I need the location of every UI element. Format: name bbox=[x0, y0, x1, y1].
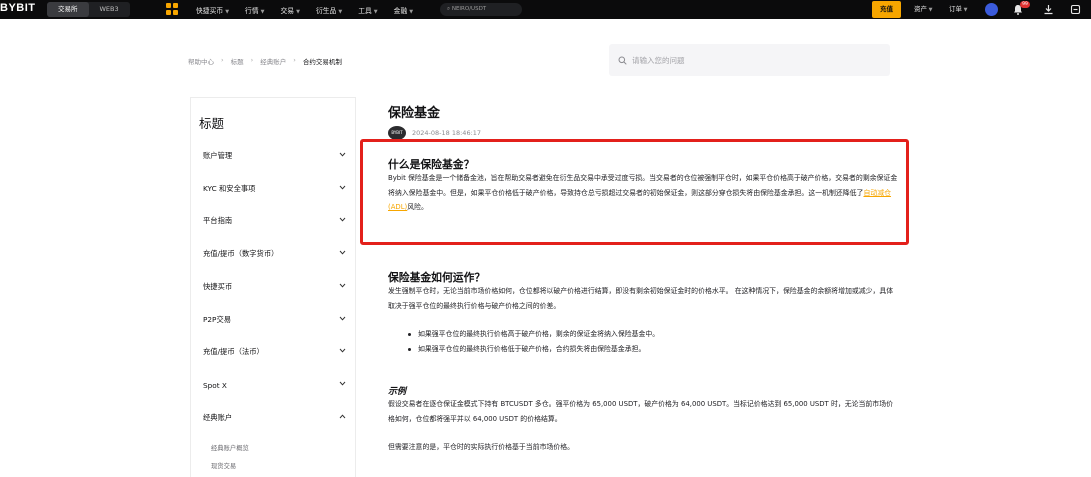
chevron-down-icon bbox=[339, 217, 346, 222]
apps-grid-icon[interactable] bbox=[166, 3, 178, 15]
search-icon bbox=[618, 56, 627, 65]
chevron-down-icon bbox=[339, 250, 346, 255]
author-avatar: BYBIT bbox=[388, 126, 406, 140]
sidebar-item-crypto-deposit[interactable]: 充值/提币（数字货币） bbox=[191, 244, 355, 264]
sidebar-item-label: KYC 和安全事项 bbox=[203, 184, 256, 193]
sidebar-item-account[interactable]: 账户管理 bbox=[191, 146, 355, 166]
article-title: 保险基金 bbox=[388, 106, 441, 121]
menu-markets[interactable]: 行情 ▼ bbox=[245, 5, 264, 15]
section-paragraph-how-it-works: 发生强制平仓时，无论当前市场价格如何，仓位都将以破产价格进行结算，即没有剩余初始… bbox=[388, 287, 894, 310]
breadcrumb-classic-account[interactable]: 经典账户 bbox=[260, 56, 286, 66]
menu-trade[interactable]: 交易 ▼ bbox=[281, 5, 300, 15]
sidebar-subitem-spot-trading[interactable]: 现货交易 bbox=[211, 461, 236, 470]
breadcrumb-help-center[interactable]: 帮助中心 bbox=[188, 56, 214, 66]
bybit-logo[interactable]: BYBIT bbox=[0, 2, 36, 14]
sidebar-item-p2p[interactable]: P2P交易 bbox=[191, 310, 355, 330]
chevron-right-icon: › bbox=[250, 56, 254, 64]
sidebar-item-label: 充值/提币（数字货币） bbox=[203, 249, 279, 258]
sidebar-item-label: 快捷买币 bbox=[203, 282, 233, 291]
chevron-down-icon bbox=[339, 152, 346, 157]
chevron-down-icon: ▼ bbox=[260, 8, 265, 15]
sidebar-item-kyc[interactable]: KYC 和安全事项 bbox=[191, 179, 355, 199]
chevron-down-icon bbox=[339, 316, 346, 321]
user-avatar[interactable] bbox=[985, 3, 998, 16]
menu-finance[interactable]: 金融 ▼ bbox=[394, 5, 413, 15]
sidebar-item-label: Spot X bbox=[203, 380, 227, 390]
sidebar-item-label: 充值/提币（法币） bbox=[203, 347, 264, 356]
chevron-up-icon bbox=[339, 414, 346, 419]
tab-web3[interactable]: WEB3 bbox=[89, 2, 130, 17]
list-item: 如果强平仓位的最终执行价格低于破产价格，合约损失将由保险基金承担。 bbox=[408, 342, 888, 357]
chevron-down-icon bbox=[339, 283, 346, 288]
search-icon: ⌕ bbox=[447, 6, 451, 12]
menu-quick-buy[interactable]: 快捷买币 ▼ bbox=[196, 5, 229, 15]
article-meta: BYBIT 2024-08-18 18:46:17 bbox=[388, 126, 481, 140]
chevron-down-icon bbox=[339, 381, 346, 386]
chevron-down-icon bbox=[339, 185, 346, 190]
chevron-down-icon: ▼ bbox=[338, 8, 343, 15]
breadcrumb: 帮助中心 › 标题 › 经典账户 › 合约交易机制 bbox=[188, 56, 342, 66]
notification-badge: 99 bbox=[1020, 1, 1030, 8]
sidebar-item-spot-x[interactable]: Spot X bbox=[191, 375, 355, 395]
list-item: 如果强平仓位的最终执行价格高于破产价格，剩余的保证金将纳入保险基金中。 bbox=[408, 327, 888, 342]
help-search-input[interactable] bbox=[632, 55, 862, 65]
example-note: 但需要注意的是，平仓时的实际执行价格基于当前市场价格。 bbox=[388, 443, 575, 451]
help-search-box bbox=[609, 44, 890, 76]
sidebar-item-quick-buy[interactable]: 快捷买币 bbox=[191, 277, 355, 297]
publish-date: 2024-08-18 18:46:17 bbox=[412, 129, 482, 137]
menu-derivatives[interactable]: 衍生品 ▼ bbox=[316, 5, 342, 15]
sidebar: 标题 账户管理 KYC 和安全事项 平台指南 充值/提币（数字货币） 快捷买币 … bbox=[190, 97, 356, 477]
sidebar-item-label: 账户管理 bbox=[203, 151, 233, 160]
sidebar-item-classic-account[interactable]: 经典账户 bbox=[191, 408, 355, 428]
chevron-right-icon: › bbox=[293, 56, 296, 64]
chevron-right-icon: › bbox=[221, 56, 224, 64]
search-hint: NEIRO/USDT bbox=[451, 6, 487, 12]
exchange-web3-switch: 交易所 WEB3 bbox=[47, 2, 130, 17]
top-navbar: BYBIT 交易所 WEB3 快捷买币 ▼ 行情 ▼ 交易 ▼ 衍生品 ▼ 工具 ▼ 金融… bbox=[0, 0, 1091, 19]
section-heading-how-it-works: 保险基金如何运作？ bbox=[388, 271, 486, 284]
bullet-list: 如果强平仓位的最终执行价格高于破产价格，剩余的保证金将纳入保险基金中。 如果强平… bbox=[408, 327, 888, 357]
menu-tools[interactable]: 工具 ▼ bbox=[358, 5, 377, 15]
sidebar-subitem-classic-overview[interactable]: 经典账户概览 bbox=[211, 443, 249, 452]
chevron-down-icon: ▼ bbox=[225, 8, 230, 15]
language-icon[interactable] bbox=[1070, 4, 1081, 15]
chevron-down-icon bbox=[339, 348, 346, 353]
example-paragraph: 假设交易者在逐仓保证金模式下持有 BTCUSDT 多仓。强平价格为 65,000… bbox=[388, 400, 893, 423]
main-menu: 快捷买币 ▼ 行情 ▼ 交易 ▼ 衍生品 ▼ 工具 ▼ 金融 ▼ bbox=[196, 0, 429, 19]
sidebar-item-label: P2P交易 bbox=[203, 315, 232, 324]
deposit-button[interactable]: 充值 bbox=[872, 1, 901, 18]
tab-exchange[interactable]: 交易所 bbox=[47, 2, 89, 17]
assets-menu[interactable]: 资产 ▼ bbox=[914, 0, 932, 20]
chevron-down-icon: ▼ bbox=[409, 8, 414, 15]
download-icon[interactable] bbox=[1043, 4, 1054, 15]
breadcrumb-title[interactable]: 标题 bbox=[231, 56, 244, 66]
logo-text: BYBIT bbox=[0, 2, 36, 14]
sidebar-item-fiat-deposit[interactable]: 充值/提币（法币） bbox=[191, 342, 355, 362]
sidebar-item-label: 经典账户 bbox=[203, 413, 233, 422]
example-heading: 示例 bbox=[388, 387, 407, 397]
chevron-down-icon: ▼ bbox=[373, 8, 378, 15]
chevron-down-icon: ▼ bbox=[296, 8, 300, 15]
sidebar-title: 标题 bbox=[199, 116, 225, 131]
breadcrumb-current: 合约交易机制 bbox=[302, 58, 342, 66]
sidebar-item-platform-guide[interactable]: 平台指南 bbox=[191, 211, 355, 231]
sidebar-item-label: 平台指南 bbox=[203, 216, 233, 225]
market-search-input[interactable]: ⌕ NEIRO/USDT bbox=[440, 3, 522, 16]
red-highlight-box bbox=[360, 139, 909, 245]
orders-menu[interactable]: 订单 ▼ bbox=[949, 0, 967, 20]
